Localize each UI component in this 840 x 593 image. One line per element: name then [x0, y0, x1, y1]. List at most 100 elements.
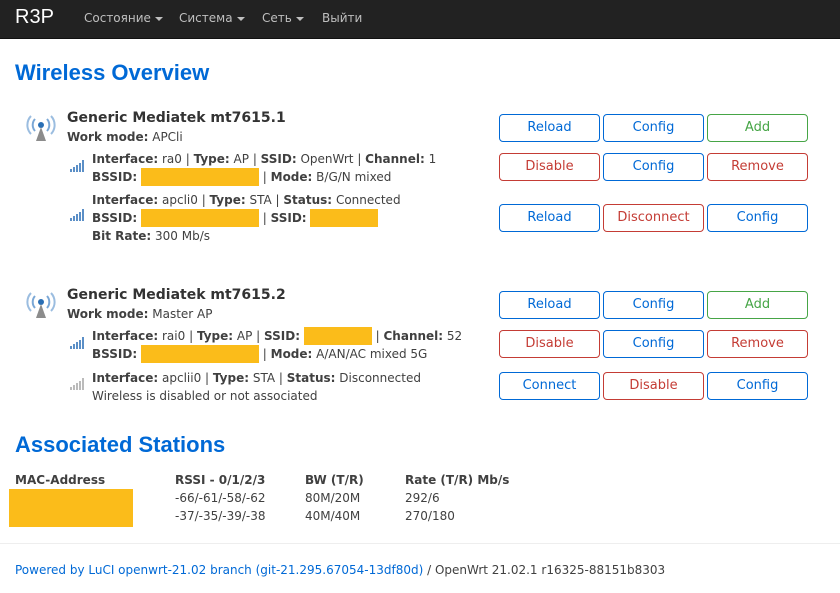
status-value: Disconnected: [339, 371, 421, 385]
top-navbar: R3P Состояние Система Сеть Выйти: [0, 0, 840, 39]
column-header: BW (T/R): [305, 473, 364, 487]
chevron-down-icon: [154, 16, 163, 21]
remove-button[interactable]: Remove: [707, 330, 808, 358]
mode-value: B/G/N mixed: [316, 170, 392, 184]
type-label: Type:: [212, 371, 250, 385]
table-cell-rssi: -37/-35/-39/-38: [175, 509, 266, 523]
interface-value: apclii0: [162, 371, 202, 385]
table-cell-rssi: -66/-61/-58/-62: [175, 491, 266, 505]
reload-button[interactable]: Reload: [499, 204, 600, 232]
status-label: Status:: [286, 371, 336, 385]
mode-label: Mode:: [270, 170, 313, 184]
column-header: Rate (T/R) Mb/s: [405, 473, 510, 487]
interface-value: ra0: [162, 152, 182, 166]
work-mode-label: Work mode:: [67, 307, 149, 321]
wireless-radio-icon: [26, 115, 56, 141]
table-cell-rate: 292/6: [405, 491, 440, 505]
redacted-bssid: [140, 168, 259, 186]
signal-strength-icon: [70, 160, 84, 172]
reload-button[interactable]: Reload: [499, 114, 600, 142]
connect-button[interactable]: Connect: [499, 372, 600, 400]
column-header: MAC-Address: [15, 473, 106, 487]
interface-label: Interface:: [92, 193, 159, 207]
signal-strength-icon: [70, 337, 84, 349]
network-info: Interface: apclii0 | Type: STA | Status:…: [92, 371, 421, 403]
menu-system[interactable]: Система: [179, 11, 245, 25]
device-work-mode: Work mode: APCli: [67, 130, 183, 144]
type-label: Type:: [193, 152, 230, 166]
table-cell-bw: 40M/40M: [305, 509, 361, 523]
config-button[interactable]: Config: [707, 372, 808, 400]
type-label: Type:: [196, 329, 234, 343]
interface-value: rai0: [162, 329, 186, 343]
menu-network-label: Сеть: [262, 11, 292, 25]
redacted-ssid: [303, 327, 372, 345]
signal-strength-icon: [70, 378, 84, 390]
disable-button[interactable]: Disable: [603, 372, 704, 400]
ssid-label: SSID:: [264, 329, 300, 343]
redacted-mac-address: [9, 489, 133, 527]
config-button[interactable]: Config: [707, 204, 808, 232]
work-mode-value: APCli: [152, 130, 183, 144]
menu-network[interactable]: Сеть: [262, 11, 304, 25]
ssid-label: SSID:: [260, 152, 297, 166]
status-value: Connected: [335, 193, 401, 207]
type-value: AP: [236, 329, 253, 343]
channel-label: Channel:: [383, 329, 444, 343]
column-header: RSSI - 0/1/2/3: [175, 473, 266, 487]
menu-status-label: Состояние: [84, 11, 151, 25]
add-button[interactable]: Add: [707, 114, 808, 142]
network-info: Interface: apcli0 | Type: STA | Status: …: [92, 193, 401, 243]
interface-label: Interface:: [92, 329, 159, 343]
disable-button[interactable]: Disable: [499, 330, 600, 358]
channel-value: 1: [428, 152, 437, 166]
add-button[interactable]: Add: [707, 291, 808, 319]
bssid-label: BSSID:: [92, 170, 138, 184]
mode-label: Mode:: [270, 347, 313, 361]
luci-link[interactable]: Powered by LuCI openwrt-21.02 branch (gi…: [15, 563, 423, 577]
menu-logout[interactable]: Выйти: [322, 11, 362, 25]
signal-strength-icon: [70, 209, 84, 221]
work-mode-value: Master AP: [152, 307, 213, 321]
type-value: STA: [252, 371, 276, 385]
interface-value: apcli0: [162, 193, 198, 207]
redacted-ssid: [310, 209, 379, 227]
disable-button[interactable]: Disable: [499, 153, 600, 181]
channel-label: Channel:: [365, 152, 425, 166]
menu-status[interactable]: Состояние: [84, 11, 163, 25]
ssid-value: OpenWrt: [300, 152, 354, 166]
work-mode-label: Work mode:: [67, 130, 149, 144]
config-button[interactable]: Config: [603, 291, 704, 319]
config-button[interactable]: Config: [603, 330, 704, 358]
disconnect-button[interactable]: Disconnect: [603, 204, 704, 232]
network-info: Interface: rai0 | Type: AP | SSID: | Cha…: [92, 327, 463, 363]
device-title: Generic Mediatek mt7615.2: [67, 287, 286, 303]
bssid-label: BSSID:: [92, 211, 138, 225]
bssid-label: BSSID:: [92, 347, 138, 361]
type-value: AP: [233, 152, 249, 166]
status-note: Wireless is disabled or not associated: [92, 389, 318, 403]
redacted-bssid: [140, 209, 259, 227]
remove-button[interactable]: Remove: [707, 153, 808, 181]
mode-value: A/AN/AC mixed 5G: [316, 347, 428, 361]
bitrate-label: Bit Rate:: [92, 229, 152, 243]
reload-button[interactable]: Reload: [499, 291, 600, 319]
footer: Powered by LuCI openwrt-21.02 branch (gi…: [15, 563, 665, 577]
config-button[interactable]: Config: [603, 114, 704, 142]
config-button[interactable]: Config: [603, 153, 704, 181]
brand-logo[interactable]: R3P: [15, 6, 54, 29]
device-title: Generic Mediatek mt7615.1: [67, 110, 286, 126]
network-info: Interface: ra0 | Type: AP | SSID: OpenWr…: [92, 152, 437, 186]
bitrate-value: 300 Mb/s: [155, 229, 210, 243]
device-work-mode: Work mode: Master AP: [67, 307, 212, 321]
type-value: STA: [249, 193, 272, 207]
type-label: Type:: [209, 193, 246, 207]
footer-divider: [0, 543, 840, 544]
channel-value: 52: [446, 329, 463, 343]
table-cell-rate: 270/180: [405, 509, 455, 523]
stations-title: Associated Stations: [15, 432, 226, 457]
status-label: Status:: [283, 193, 333, 207]
menu-system-label: Система: [179, 11, 233, 25]
redacted-bssid: [140, 345, 259, 363]
table-cell-bw: 80M/20M: [305, 491, 361, 505]
